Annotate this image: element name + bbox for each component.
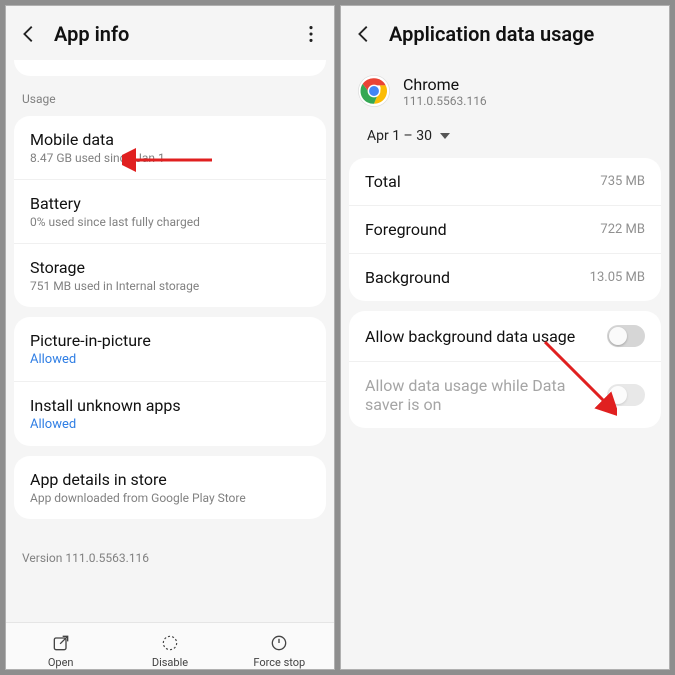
chrome-icon [357,74,391,108]
total-label: Total [365,172,401,191]
store-sub: App downloaded from Google Play Store [30,491,310,505]
storage-row[interactable]: Storage 751 MB used in Internal storage [14,243,326,307]
background-row: Background 13.05 MB [349,253,661,301]
more-icon[interactable] [300,23,322,45]
foreground-label: Foreground [365,220,447,239]
total-value: 735 MB [600,174,645,189]
app-version: 111.0.5563.116 [403,94,487,108]
back-icon[interactable] [353,23,375,45]
disable-icon [160,633,180,653]
foreground-row: Foreground 722 MB [349,205,661,253]
background-value: 13.05 MB [590,270,645,285]
force-stop-label: Force stop [253,656,305,669]
battery-title: Battery [30,194,310,213]
app-name: Chrome [403,75,487,94]
back-icon[interactable] [18,23,40,45]
force-stop-button[interactable]: Force stop [225,629,334,669]
total-row: Total 735 MB [349,158,661,205]
mobile-data-sub: 8.47 GB used since Jan 1 [30,151,310,165]
annotation-arrow-icon [541,338,617,416]
date-range-label: Apr 1 – 30 [367,128,432,144]
row-sub-cutoff [14,66,326,76]
background-label: Background [365,268,450,287]
force-stop-icon [269,633,289,653]
version-label: Version 111.0.5563.116 [6,529,334,587]
unknown-apps-value: Allowed [30,417,310,432]
battery-sub: 0% used since last fully charged [30,215,310,229]
mobile-data-row[interactable]: Mobile data 8.47 GB used since Jan 1 [14,116,326,179]
open-icon [51,633,71,653]
pip-value: Allowed [30,352,310,367]
open-button[interactable]: Open [6,629,115,669]
storage-sub: 751 MB used in Internal storage [30,279,310,293]
pip-title: Picture-in-picture [30,331,310,350]
store-title: App details in store [30,470,310,489]
app-header: Chrome 111.0.5563.116 [341,62,669,120]
date-range-dropdown[interactable]: Apr 1 – 30 [341,120,669,158]
pip-row[interactable]: Picture-in-picture Allowed [14,317,326,381]
page-title: App info [54,22,286,46]
chevron-down-icon [440,133,450,139]
storage-title: Storage [30,258,310,277]
unknown-apps-row[interactable]: Install unknown apps Allowed [14,381,326,446]
battery-row[interactable]: Battery 0% used since last fully charged [14,179,326,243]
foreground-value: 722 MB [600,222,645,237]
unknown-apps-title: Install unknown apps [30,396,310,415]
open-label: Open [48,656,74,669]
disable-button[interactable]: Disable [115,629,224,669]
page-title: Application data usage [389,22,657,46]
bottom-bar: Open Disable Force stop [6,622,334,669]
disable-label: Disable [152,656,188,669]
mobile-data-title: Mobile data [30,130,310,149]
section-usage-label: Usage [6,86,334,116]
app-details-store-row[interactable]: App details in store App downloaded from… [14,456,326,519]
